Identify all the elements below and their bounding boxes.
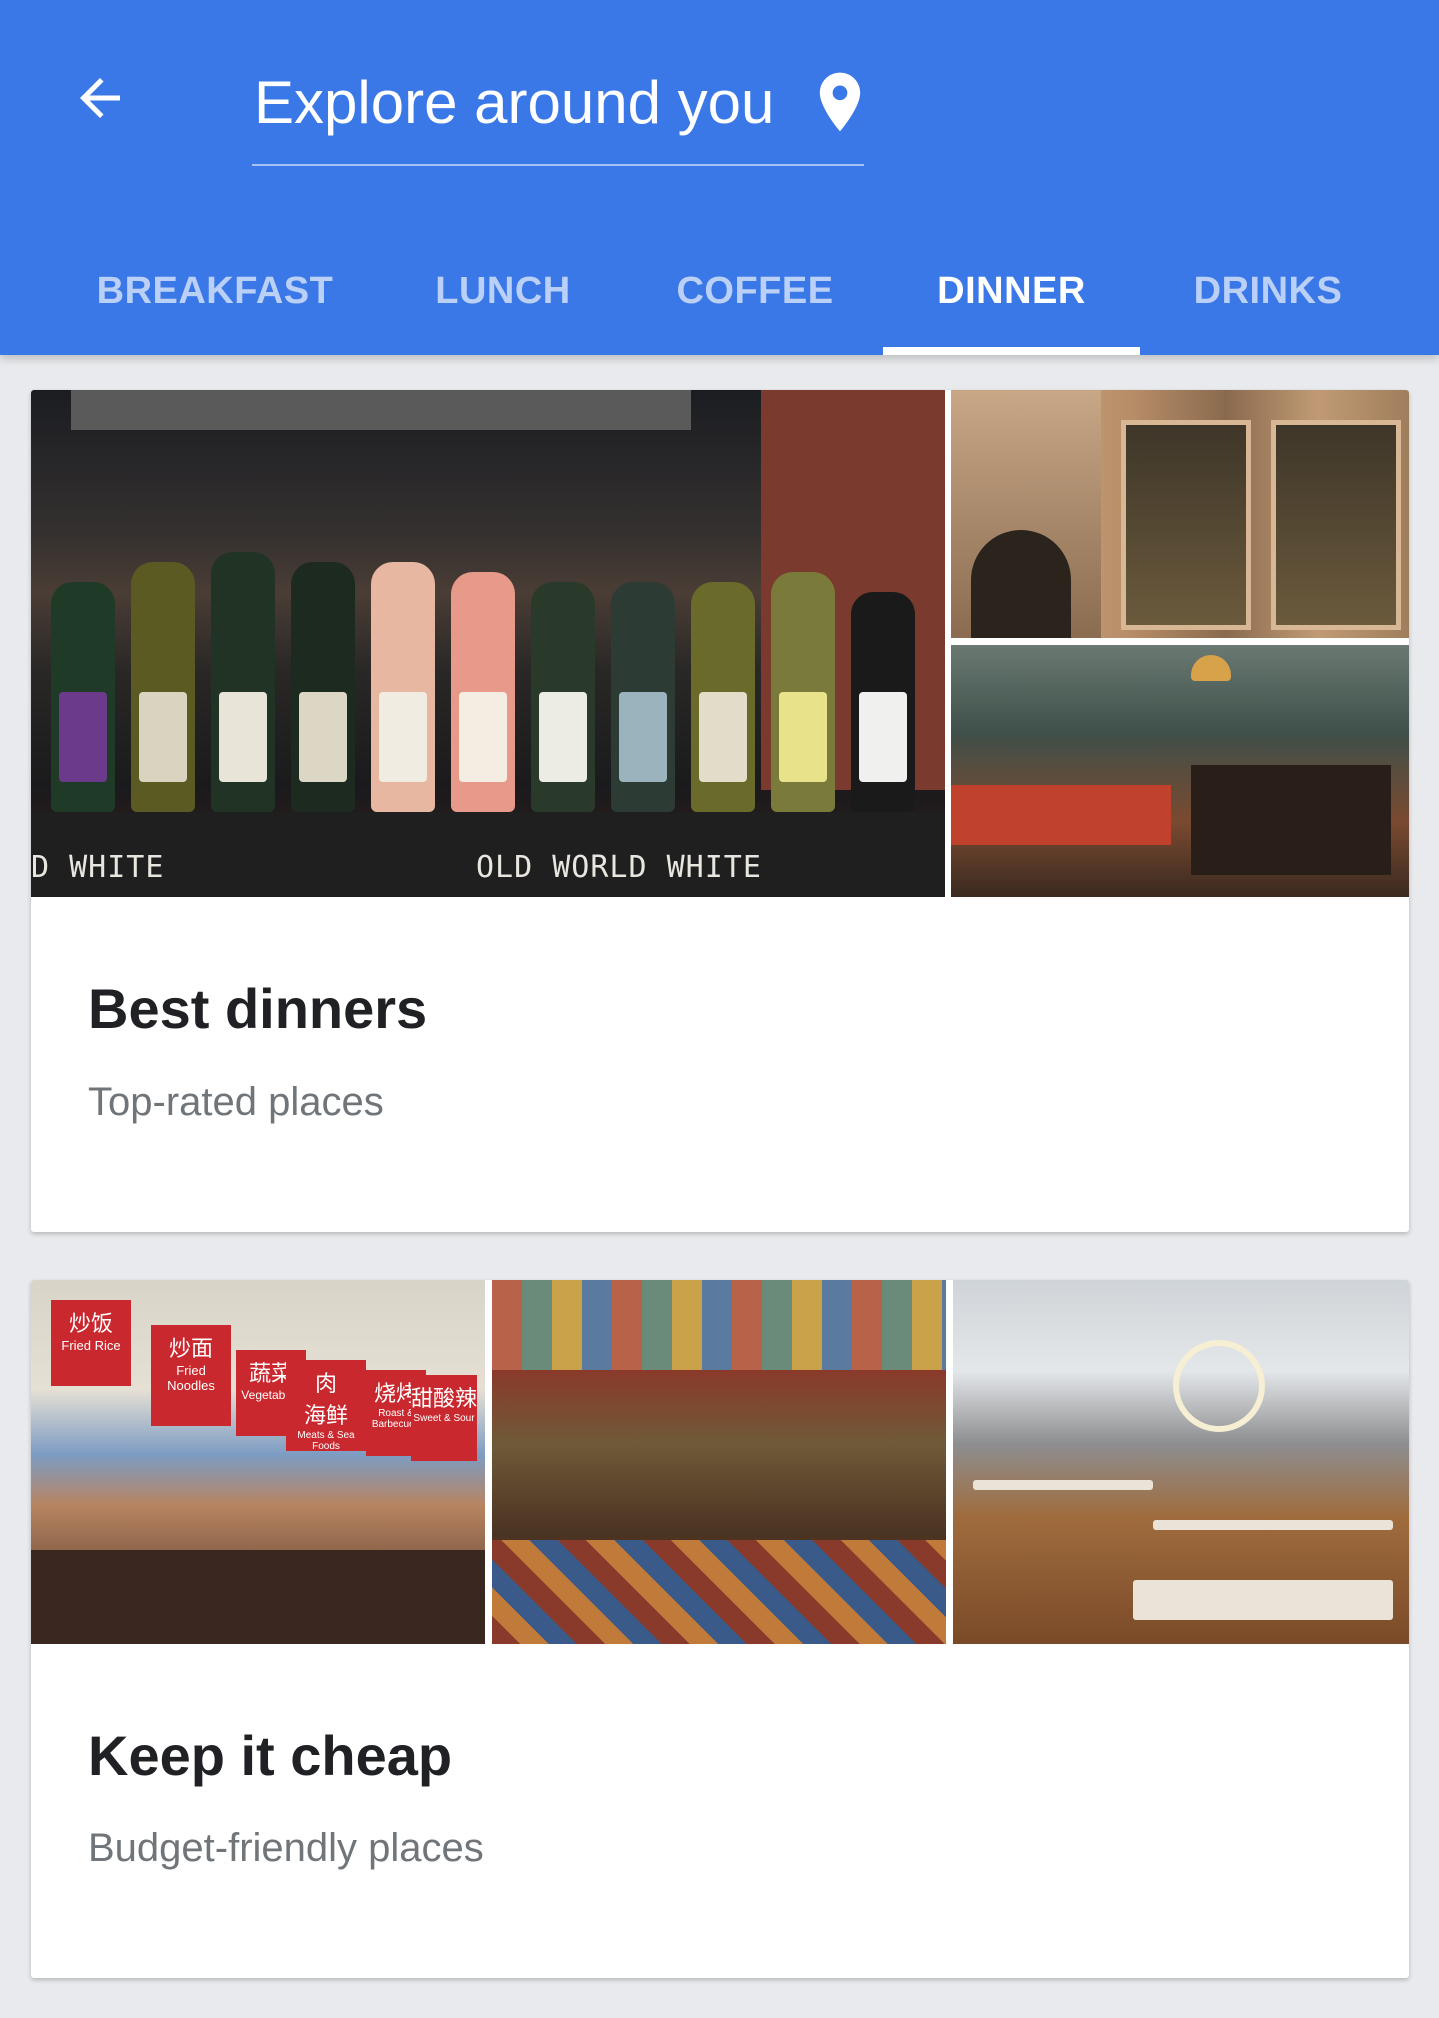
card-subtitle: Budget-friendly places xyxy=(88,1826,484,1870)
collection-card-best-dinners[interactable]: D WHITE OLD WORLD WHITE Best dinners Top… xyxy=(31,390,1409,1232)
location-button[interactable] xyxy=(812,68,868,136)
back-button[interactable] xyxy=(60,58,140,138)
card-title: Best dinners xyxy=(88,977,428,1040)
tab-dinner[interactable]: DINNER xyxy=(883,228,1140,355)
photo-wine-bottles: D WHITE OLD WORLD WHITE xyxy=(31,390,945,897)
photo-building-facade xyxy=(951,390,1409,638)
search-field[interactable]: Explore around you xyxy=(252,40,864,166)
photo-restaurant-interior xyxy=(951,645,1409,897)
tab-drinks[interactable]: DRINKS xyxy=(1160,228,1376,355)
photo-colorful-restaurant xyxy=(492,1280,946,1644)
arrow-back-icon xyxy=(80,78,120,118)
app-bar: Explore around you BREAKFAST LUNCH COFFE… xyxy=(0,0,1439,355)
wine-sign-old-world-white: OLD WORLD WHITE xyxy=(476,850,762,885)
photo-modern-restaurant xyxy=(953,1280,1409,1644)
collection-card-keep-it-cheap[interactable]: 炒饭 Fried Rice 炒面 Fried Noodles 蔬菜 Vegeta… xyxy=(31,1280,1409,1978)
page-title: Explore around you xyxy=(254,69,775,136)
tab-coffee[interactable]: COFFEE xyxy=(640,228,870,355)
wine-sign-left: D WHITE xyxy=(31,850,165,885)
card-title: Keep it cheap xyxy=(88,1724,453,1787)
photo-chinese-takeaway: 炒饭 Fried Rice 炒面 Fried Noodles 蔬菜 Vegeta… xyxy=(31,1280,485,1644)
category-tabs: BREAKFAST LUNCH COFFEE DINNER DRINKS xyxy=(0,228,1439,355)
tab-breakfast[interactable]: BREAKFAST xyxy=(70,228,360,355)
tab-lunch[interactable]: LUNCH xyxy=(388,228,618,355)
card-subtitle: Top-rated places xyxy=(88,1080,384,1124)
location-pin-icon xyxy=(819,72,861,132)
active-tab-indicator xyxy=(883,347,1140,355)
